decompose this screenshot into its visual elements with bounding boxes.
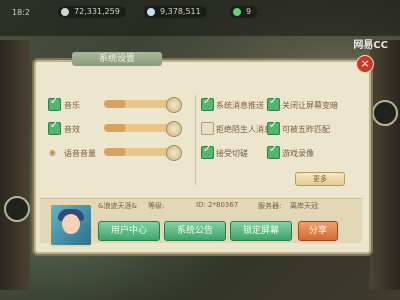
music-slider-knob[interactable] bbox=[166, 97, 182, 113]
player-level: 等级: bbox=[148, 202, 165, 210]
voice-slider-knob[interactable] bbox=[166, 145, 182, 161]
replay-label: 游戏录像 bbox=[282, 149, 314, 158]
replay-checkbox[interactable] bbox=[267, 144, 280, 159]
player-name: &浪迹天涯& bbox=[98, 202, 137, 210]
duel-label: 接受切磋 bbox=[216, 149, 248, 158]
avatar[interactable] bbox=[49, 203, 93, 247]
top-status-bar: 18:2 72,331,259 9,378,511 9 bbox=[0, 0, 400, 36]
announcement-button[interactable]: 系统公告 bbox=[164, 221, 226, 241]
music-label: 音乐 bbox=[64, 101, 80, 110]
match-checkbox[interactable] bbox=[267, 120, 280, 135]
match-label: 可被五昨匹配 bbox=[282, 125, 330, 134]
push-label: 系统消息推送 bbox=[216, 101, 264, 110]
column-divider bbox=[195, 95, 196, 185]
silver-resource: 72,331,259 bbox=[58, 6, 126, 18]
skill-ring[interactable] bbox=[372, 100, 398, 126]
clock: 18:2 bbox=[12, 8, 30, 17]
jade-resource: 9 bbox=[230, 6, 258, 18]
left-decoration bbox=[0, 40, 30, 290]
server-label: 服务器: bbox=[258, 202, 282, 210]
dim-checkbox[interactable] bbox=[267, 96, 280, 111]
share-button[interactable]: 分享 bbox=[298, 221, 338, 241]
jade-icon bbox=[233, 8, 241, 16]
right-decoration bbox=[370, 40, 400, 290]
close-button[interactable]: × bbox=[356, 55, 374, 73]
sfx-checkbox[interactable] bbox=[48, 120, 61, 135]
duel-checkbox[interactable] bbox=[201, 144, 214, 159]
gem-resource: 9,378,511 bbox=[144, 6, 207, 18]
lock-screen-button[interactable]: 锁定屏幕 bbox=[230, 221, 292, 241]
panel-title: 系统设置 bbox=[72, 52, 162, 66]
cc-logo: 网易CC bbox=[353, 40, 388, 51]
voice-icon: ◉ bbox=[49, 148, 56, 157]
stranger-label: 拒绝陌生人消息 bbox=[216, 125, 272, 134]
push-checkbox[interactable] bbox=[201, 96, 214, 111]
joystick-ring[interactable] bbox=[4, 196, 30, 222]
music-checkbox[interactable] bbox=[48, 96, 61, 111]
dim-label: 关闭让屏幕变暗 bbox=[282, 101, 338, 110]
player-id: ID: 2*80367 bbox=[196, 201, 239, 209]
sfx-slider-knob[interactable] bbox=[166, 121, 182, 137]
stranger-checkbox[interactable] bbox=[201, 122, 214, 135]
silver-coin-icon bbox=[61, 8, 69, 16]
gem-icon bbox=[147, 8, 155, 16]
voice-label: 语音音量 bbox=[64, 149, 96, 158]
server-name: 离岸天冠 bbox=[290, 202, 318, 210]
user-center-button[interactable]: 用户中心 bbox=[98, 221, 160, 241]
more-button[interactable]: 更多 bbox=[295, 172, 345, 186]
sfx-label: 音效 bbox=[64, 125, 80, 134]
